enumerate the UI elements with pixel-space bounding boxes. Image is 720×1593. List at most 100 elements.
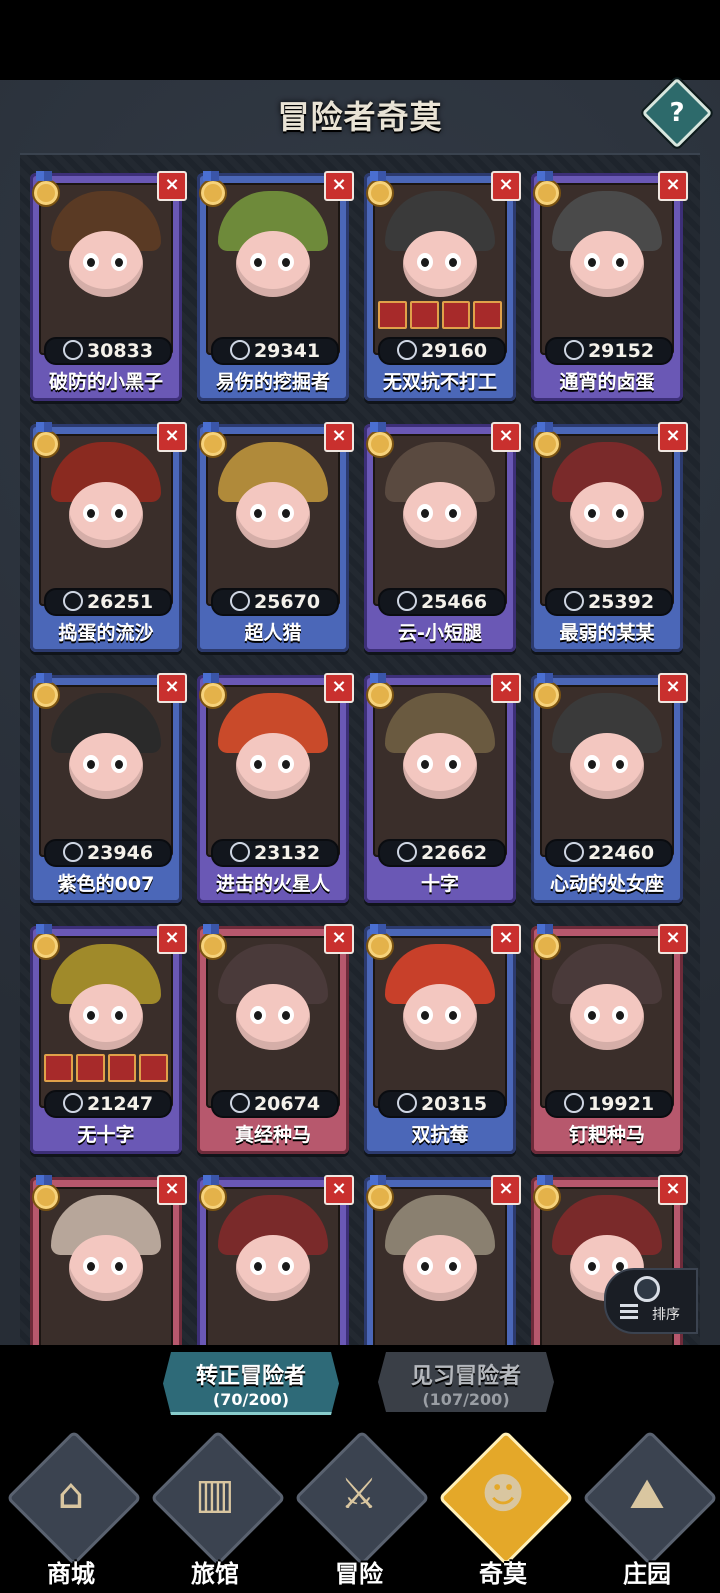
adventurer-portrait — [39, 685, 173, 857]
dismiss-button[interactable]: × — [658, 422, 688, 452]
nav-label: 奇莫 — [479, 1560, 527, 1588]
adventurer-portrait — [206, 183, 340, 355]
adventurer-card[interactable]: × 25392 最弱的某某 — [531, 422, 688, 652]
adventurer-card[interactable]: × — [197, 1175, 354, 1345]
tab-regular-adventurers[interactable]: 转正冒险者 (70/200) — [163, 1352, 339, 1415]
dismiss-button[interactable]: × — [658, 673, 688, 703]
adventurer-card[interactable]: × 26251 捣蛋的流沙 — [30, 422, 187, 652]
nav-adventure[interactable]: ⚔ 冒险 — [294, 1430, 430, 1590]
dismiss-button[interactable]: × — [658, 924, 688, 954]
dismiss-button[interactable]: × — [324, 1175, 354, 1205]
nav-manor[interactable]: ⛰ 庄园 — [582, 1430, 718, 1590]
power-badge: 23132 — [211, 839, 339, 867]
portrait-eye — [250, 253, 266, 271]
adventurer-card[interactable]: × 20674 真经种马 — [197, 924, 354, 1154]
portrait-face — [403, 482, 477, 548]
portrait-eye — [612, 1006, 628, 1024]
adventurer-card[interactable]: × 29341 易伤的挖掘者 — [197, 171, 354, 401]
adventurer-portrait — [39, 936, 173, 1108]
nav-label: 冒险 — [335, 1560, 383, 1588]
adventurer-card[interactable]: × 20315 双抗莓 — [364, 924, 521, 1154]
dismiss-button[interactable]: × — [324, 422, 354, 452]
portrait-eye — [250, 755, 266, 773]
medal-icon — [533, 422, 561, 458]
portrait-eye — [250, 1257, 266, 1275]
power-value: 29160 — [420, 340, 488, 362]
portrait-eye — [278, 1257, 294, 1275]
dismiss-button[interactable]: × — [658, 1175, 688, 1205]
adventurer-name: 无双抗不打工 — [382, 371, 497, 393]
magnifier-icon — [634, 1276, 660, 1302]
tab-label: 转正冒险者 — [195, 1364, 306, 1389]
adventurer-card[interactable]: × 21247 无十字 — [30, 924, 187, 1154]
adventurer-name: 钉耙种马 — [568, 1124, 645, 1146]
adventurer-name: 最弱的某某 — [559, 622, 655, 644]
shop-glyph: ⌂ — [57, 1469, 85, 1518]
power-value: 21247 — [86, 1093, 154, 1115]
medal-icon — [32, 171, 60, 207]
tab-count: (107/200) — [422, 1390, 510, 1409]
dismiss-button[interactable]: × — [157, 422, 187, 452]
medal-icon — [32, 673, 60, 709]
dismiss-button[interactable]: × — [491, 673, 521, 703]
medal-icon — [199, 924, 227, 960]
portrait-eye — [417, 504, 433, 522]
portrait-face — [69, 733, 143, 799]
adventurer-card[interactable]: × — [30, 1175, 187, 1345]
sort-label: 排序 — [652, 1307, 680, 1323]
adventure-glyph: ⚔ — [340, 1469, 378, 1518]
adventurer-card[interactable]: × 25670 超人猎 — [197, 422, 354, 652]
dismiss-button[interactable]: × — [324, 171, 354, 201]
dismiss-button[interactable]: × — [491, 171, 521, 201]
adventurer-card[interactable]: × 22662 十字 — [364, 673, 521, 903]
dismiss-button[interactable]: × — [157, 924, 187, 954]
dismiss-button[interactable]: × — [491, 924, 521, 954]
dismiss-button[interactable]: × — [324, 924, 354, 954]
adventurer-grid[interactable]: × 30833 破防的小黑子 × 29341 易伤的挖掘者 × 29160 无双抗不打工 × 291… — [20, 153, 700, 1345]
portrait-eye — [584, 504, 600, 522]
portrait-eye — [250, 1006, 266, 1024]
portrait-face — [236, 733, 310, 799]
wrench-icon — [396, 591, 417, 611]
adventurer-card[interactable]: × 30833 破防的小黑子 — [30, 171, 187, 401]
adventurer-card[interactable]: × 25466 云-小短腿 — [364, 422, 521, 652]
adventurer-card[interactable]: × 19921 钉耙种马 — [531, 924, 688, 1154]
dismiss-button[interactable]: × — [324, 673, 354, 703]
skill-icon — [473, 301, 502, 329]
target-icon — [229, 842, 250, 862]
portrait-face — [570, 231, 644, 297]
wrench-icon — [396, 1093, 417, 1113]
adventurer-card[interactable]: × 22460 心动的处女座 — [531, 673, 688, 903]
power-badge: 26251 — [44, 588, 172, 616]
portrait-face — [570, 482, 644, 548]
dismiss-button[interactable]: × — [157, 1175, 187, 1205]
nav-kimo[interactable]: ☻ 奇莫 — [438, 1430, 574, 1590]
tab-trainee-adventurers[interactable]: 见习冒险者 (107/200) — [378, 1352, 554, 1412]
target-icon — [563, 340, 584, 360]
nav-inn[interactable]: ▥ 旅馆 — [150, 1430, 286, 1590]
adventurer-card[interactable]: × 23132 进击的火星人 — [197, 673, 354, 903]
power-badge: 29160 — [378, 337, 506, 365]
power-badge: 29341 — [211, 337, 339, 365]
dismiss-button[interactable]: × — [157, 673, 187, 703]
adventurer-card[interactable]: × 23946 紫色的007 — [30, 673, 187, 903]
dismiss-button[interactable]: × — [491, 1175, 521, 1205]
portrait-eye — [278, 755, 294, 773]
portrait-eye — [83, 253, 99, 271]
adventurer-name: 十字 — [420, 873, 459, 895]
nav-shop[interactable]: ⌂ 商城 — [6, 1430, 142, 1590]
medal-icon — [366, 1175, 394, 1211]
portrait-eye — [111, 1006, 127, 1024]
portrait-face — [236, 984, 310, 1050]
portrait-face — [403, 733, 477, 799]
dismiss-button[interactable]: × — [157, 171, 187, 201]
adventurer-card[interactable]: × 29152 通宵的卤蛋 — [531, 171, 688, 401]
dismiss-button[interactable]: × — [658, 171, 688, 201]
adventurer-name: 进击的火星人 — [215, 873, 330, 895]
adventurer-card[interactable]: × — [364, 1175, 521, 1345]
adventurer-card[interactable]: × 29160 无双抗不打工 — [364, 171, 521, 401]
medal-icon — [533, 171, 561, 207]
adventurer-portrait — [373, 1187, 507, 1345]
sort-button[interactable]: 排序 — [604, 1268, 698, 1334]
dismiss-button[interactable]: × — [491, 422, 521, 452]
